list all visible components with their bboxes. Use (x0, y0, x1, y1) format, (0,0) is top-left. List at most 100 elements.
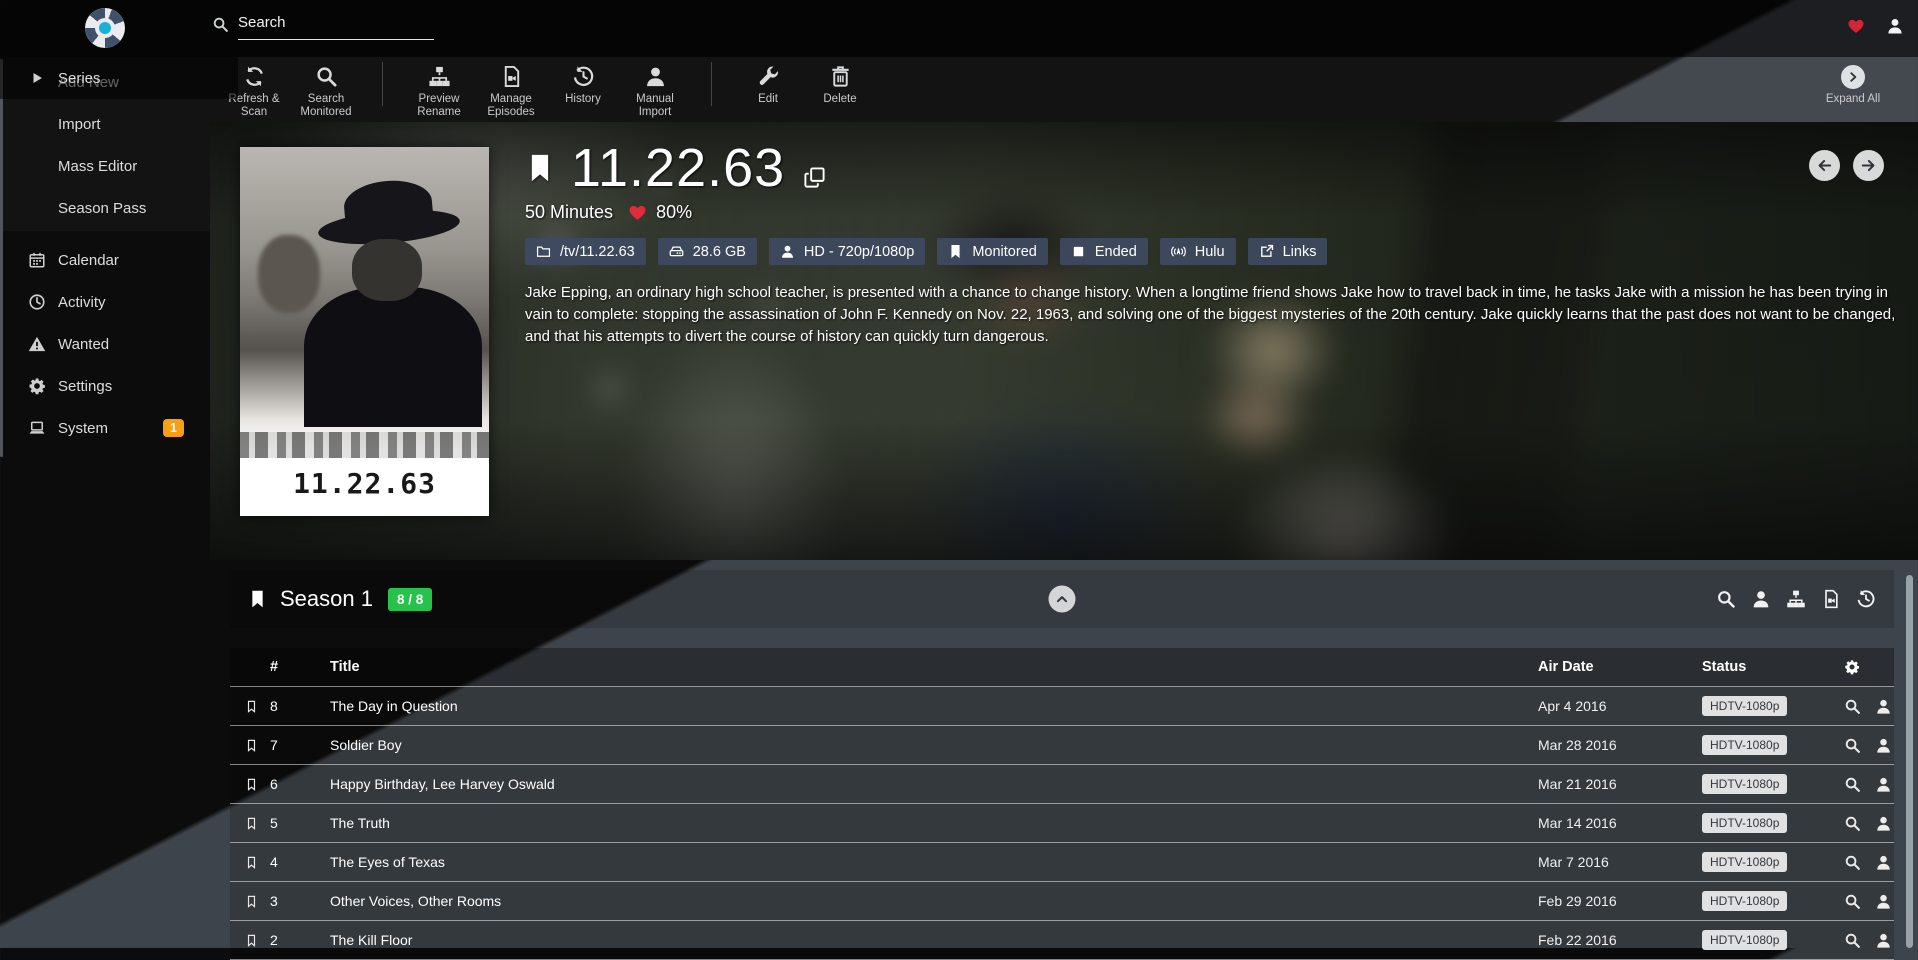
episode-bookmark-outline-icon[interactable] (245, 854, 258, 871)
episode-actions (1810, 698, 1894, 715)
episode-bookmark-outline-icon[interactable] (245, 698, 258, 715)
preview-rename-button[interactable]: Preview Rename (403, 57, 475, 118)
episode-title[interactable]: The Kill Floor (304, 932, 1538, 948)
series-monitored-bookmark-icon[interactable] (525, 147, 555, 189)
warning-icon (28, 335, 46, 353)
season-monitored-bookmark-icon[interactable] (248, 586, 267, 612)
history-button[interactable]: History (547, 57, 619, 106)
edit-button[interactable]: Edit (732, 57, 804, 106)
links-badge[interactable]: Links (1248, 238, 1328, 265)
episode-title[interactable]: Other Voices, Other Rooms (304, 893, 1538, 909)
sidebar-item-system[interactable]: System 1 (0, 407, 210, 449)
episode-number: 7 (270, 737, 304, 753)
series-title: 11.22.63 (571, 138, 785, 198)
donate-heart-icon[interactable] (1847, 17, 1865, 35)
network-badge[interactable]: Hulu (1160, 238, 1236, 265)
manual-import-button[interactable]: Manual Import (619, 57, 691, 118)
episodes-table: # Title Air Date Status 8The Day in Ques… (230, 648, 1894, 960)
wrench-icon (757, 65, 780, 88)
sidebar-item-mass-editor[interactable]: Mass Editor (0, 145, 210, 187)
episode-title[interactable]: The Eyes of Texas (304, 854, 1538, 870)
previous-series-button[interactable] (1809, 150, 1840, 181)
quality-profile-badge[interactable]: HD - 720p/1080p (769, 238, 925, 265)
episode-air-date: Feb 29 2016 (1538, 893, 1702, 909)
header-status: Status (1702, 659, 1810, 675)
copy-title-icon[interactable] (803, 166, 826, 189)
season-rename-icon[interactable] (1786, 589, 1806, 609)
expand-all-button[interactable]: Expand All (1816, 57, 1890, 106)
season-interactive-search-icon[interactable] (1751, 589, 1771, 609)
episode-auto-search-icon[interactable] (1844, 932, 1861, 949)
episode-number: 3 (270, 893, 304, 909)
episode-manual-search-icon[interactable] (1875, 815, 1892, 832)
sidebar-item-import[interactable]: Import (0, 103, 210, 145)
season-manage-episodes-icon[interactable] (1821, 589, 1841, 609)
monitored-badge[interactable]: Monitored (937, 238, 1047, 265)
episode-auto-search-icon[interactable] (1844, 698, 1861, 715)
episode-auto-search-icon[interactable] (1844, 776, 1861, 793)
toolbar-separator (711, 62, 712, 106)
episode-air-date: Feb 22 2016 (1538, 932, 1702, 948)
manage-episodes-button[interactable]: Manage Episodes (475, 57, 547, 118)
episode-manual-search-icon[interactable] (1875, 737, 1892, 754)
main-content: Refresh & Scan Search Monitored Preview … (210, 57, 1918, 948)
episode-auto-search-icon[interactable] (1844, 737, 1861, 754)
quality-badge: HDTV-1080p (1702, 813, 1787, 833)
episode-manual-search-icon[interactable] (1875, 698, 1892, 715)
search-monitored-button[interactable]: Search Monitored (290, 57, 362, 118)
episode-auto-search-icon[interactable] (1844, 854, 1861, 871)
season-search-icon[interactable] (1716, 589, 1736, 609)
season-title: Season 1 (280, 586, 373, 612)
episode-bookmark-outline-icon[interactable] (245, 932, 258, 949)
episode-manual-search-icon[interactable] (1875, 932, 1892, 949)
page-scrollbar[interactable] (1906, 575, 1913, 948)
episode-manual-search-icon[interactable] (1875, 854, 1892, 871)
search-input[interactable] (238, 13, 434, 40)
episode-air-date: Mar 7 2016 (1538, 854, 1702, 870)
episode-title[interactable]: The Truth (304, 815, 1538, 831)
episode-bookmark-outline-icon[interactable] (245, 893, 258, 910)
sidebar-item-settings[interactable]: Settings (0, 365, 210, 407)
arrow-left-icon (1816, 157, 1833, 174)
sidebar-item-season-pass[interactable]: Season Pass (0, 187, 210, 229)
collapse-season-button[interactable] (1049, 586, 1076, 613)
sidebar-scrollbar[interactable] (0, 59, 3, 457)
episode-row: 7Soldier BoyMar 28 2016HDTV-1080p (230, 726, 1894, 765)
toolbar-button-label: Manage Episodes (475, 93, 547, 118)
episode-auto-search-icon[interactable] (1844, 893, 1861, 910)
size-badge[interactable]: 28.6 GB (658, 238, 757, 265)
user-icon (644, 65, 667, 88)
next-series-button[interactable] (1853, 150, 1884, 181)
chevron-right-circle-icon (1846, 70, 1860, 84)
episode-air-date: Apr 4 2016 (1538, 698, 1702, 714)
episode-title[interactable]: Soldier Boy (304, 737, 1538, 753)
sidebar-item-calendar[interactable]: Calendar (0, 239, 210, 281)
top-header (0, 0, 1918, 57)
series-overview: Jake Epping, an ordinary high school tea… (525, 282, 1897, 348)
play-icon (28, 71, 46, 85)
episode-title[interactable]: The Day in Question (304, 698, 1538, 714)
episode-bookmark-outline-icon[interactable] (245, 815, 258, 832)
sonarr-logo-icon[interactable] (85, 8, 125, 48)
episode-manual-search-icon[interactable] (1875, 776, 1892, 793)
account-user-icon[interactable] (1886, 17, 1904, 35)
file-video-icon (500, 65, 523, 88)
sidebar-item-activity[interactable]: Activity (0, 281, 210, 323)
season-section: Season 1 8 / 8 # Title Air Date Status (230, 570, 1894, 960)
episode-auto-search-icon[interactable] (1844, 815, 1861, 832)
season-history-icon[interactable] (1856, 589, 1876, 609)
episode-actions (1810, 815, 1894, 832)
sidebar-item-series[interactable]: Series (0, 57, 238, 99)
episode-bookmark-outline-icon[interactable] (245, 776, 258, 793)
sidebar-item-wanted[interactable]: Wanted (0, 323, 210, 365)
episode-manual-search-icon[interactable] (1875, 893, 1892, 910)
season-episode-count-badge: 8 / 8 (388, 588, 432, 611)
path-badge[interactable]: /tv/11.22.63 (525, 238, 646, 265)
table-options-gear-icon[interactable] (1844, 659, 1860, 675)
episode-bookmark-outline-icon[interactable] (245, 737, 258, 754)
episode-title[interactable]: Happy Birthday, Lee Harvey Oswald (304, 776, 1538, 792)
delete-button[interactable]: Delete (804, 57, 876, 106)
series-banner: 11.22.63 11.22.63 50 Minutes 80% /tv/11.… (210, 122, 1918, 560)
episode-actions (1810, 854, 1894, 871)
status-badge[interactable]: Ended (1060, 238, 1148, 265)
